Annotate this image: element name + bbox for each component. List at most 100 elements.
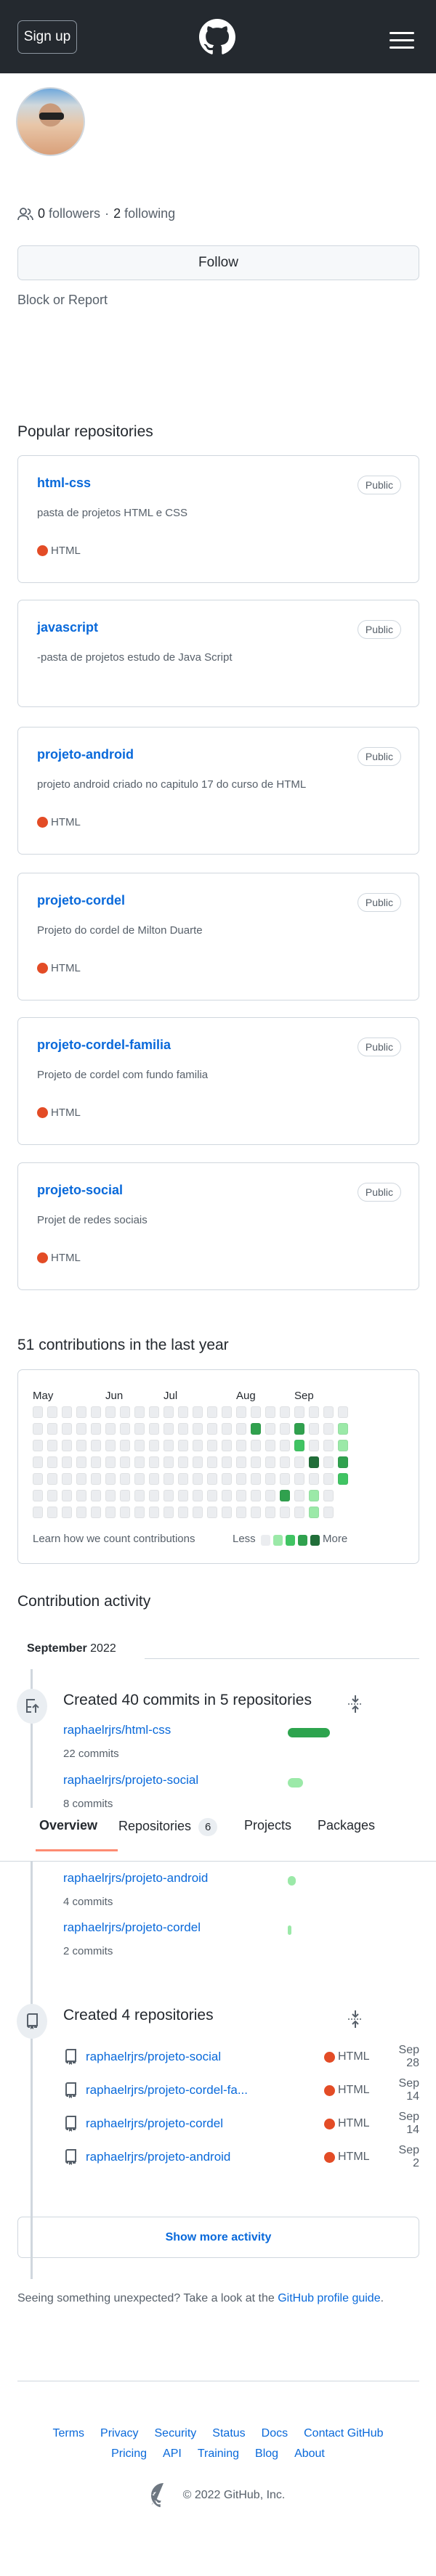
contribution-day[interactable]	[265, 1507, 275, 1518]
contribution-day[interactable]	[62, 1507, 72, 1518]
contribution-day[interactable]	[222, 1456, 232, 1468]
contribution-day[interactable]	[105, 1456, 116, 1468]
footer-link[interactable]: Terms	[52, 2427, 84, 2440]
contribution-day[interactable]	[178, 1456, 188, 1468]
commit-repo-link[interactable]: raphaelrjrs/projeto-android	[63, 1871, 208, 1886]
contribution-day[interactable]	[105, 1440, 116, 1451]
contribution-day[interactable]	[134, 1440, 145, 1451]
contribution-day[interactable]	[105, 1423, 116, 1435]
footer-link[interactable]: Security	[155, 2427, 197, 2440]
contribution-day[interactable]	[207, 1507, 217, 1518]
contribution-day[interactable]	[294, 1456, 304, 1468]
footer-link[interactable]: API	[163, 2447, 182, 2461]
collapse-icon[interactable]	[347, 1695, 363, 1717]
hamburger-menu-button[interactable]	[389, 32, 414, 51]
contribution-day[interactable]	[280, 1507, 290, 1518]
contribution-day[interactable]	[134, 1507, 145, 1518]
follow-button[interactable]: Follow	[17, 245, 419, 280]
contribution-day[interactable]	[62, 1423, 72, 1435]
contribution-day[interactable]	[164, 1507, 174, 1518]
contribution-day[interactable]	[338, 1423, 348, 1435]
contribution-day[interactable]	[33, 1473, 43, 1485]
contribution-day[interactable]	[33, 1507, 43, 1518]
contribution-day[interactable]	[134, 1473, 145, 1485]
contribution-day[interactable]	[323, 1406, 334, 1418]
contribution-day[interactable]	[280, 1423, 290, 1435]
contribution-day[interactable]	[294, 1490, 304, 1501]
contribution-day[interactable]	[91, 1473, 101, 1485]
contribution-day[interactable]	[164, 1456, 174, 1468]
repo-name-link[interactable]: projeto-social	[37, 1183, 123, 1198]
contribution-day[interactable]	[91, 1423, 101, 1435]
contribution-day[interactable]	[76, 1440, 86, 1451]
contribution-day[interactable]	[105, 1490, 116, 1501]
contribution-day[interactable]	[134, 1423, 145, 1435]
contribution-day[interactable]	[149, 1490, 159, 1501]
contribution-day[interactable]	[207, 1423, 217, 1435]
contribution-day[interactable]	[207, 1440, 217, 1451]
contribution-day[interactable]	[323, 1507, 334, 1518]
contribution-day[interactable]	[193, 1473, 203, 1485]
contribution-day[interactable]	[149, 1507, 159, 1518]
contribution-day[interactable]	[251, 1507, 261, 1518]
footer-link[interactable]: Docs	[262, 2427, 288, 2440]
contribution-day[interactable]	[251, 1406, 261, 1418]
contribution-day[interactable]	[280, 1440, 290, 1451]
contribution-day[interactable]	[251, 1440, 261, 1451]
contribution-day[interactable]	[309, 1456, 319, 1468]
contribution-day[interactable]	[105, 1507, 116, 1518]
contribution-day[interactable]	[164, 1423, 174, 1435]
contribution-day[interactable]	[280, 1490, 290, 1501]
contribution-day[interactable]	[47, 1406, 57, 1418]
created-repo-link[interactable]: raphaelrjrs/projeto-cordel-fa...	[86, 2083, 324, 2098]
contribution-day[interactable]	[251, 1490, 261, 1501]
contribution-day[interactable]	[309, 1507, 319, 1518]
footer-link[interactable]: Training	[198, 2447, 239, 2461]
contribution-day[interactable]	[236, 1490, 246, 1501]
footer-link[interactable]: Contact GitHub	[304, 2427, 383, 2440]
contribution-day[interactable]	[193, 1406, 203, 1418]
contribution-day[interactable]	[62, 1490, 72, 1501]
contribution-day[interactable]	[236, 1507, 246, 1518]
contribution-day[interactable]	[294, 1440, 304, 1451]
contribution-day[interactable]	[76, 1490, 86, 1501]
contribution-day[interactable]	[178, 1473, 188, 1485]
contribution-day[interactable]	[323, 1456, 334, 1468]
contribution-day[interactable]	[251, 1473, 261, 1485]
collapse-icon[interactable]	[347, 2010, 363, 2032]
contribution-day[interactable]	[134, 1490, 145, 1501]
contribution-day[interactable]	[149, 1423, 159, 1435]
repo-name-link[interactable]: projeto-android	[37, 747, 134, 762]
repo-name-link[interactable]: javascript	[37, 620, 98, 635]
contribution-day[interactable]	[149, 1473, 159, 1485]
contribution-day[interactable]	[222, 1473, 232, 1485]
contribution-day[interactable]	[47, 1423, 57, 1435]
contribution-day[interactable]	[120, 1406, 130, 1418]
contribution-day[interactable]	[164, 1473, 174, 1485]
contribution-day[interactable]	[193, 1456, 203, 1468]
contribution-day[interactable]	[120, 1473, 130, 1485]
contribution-day[interactable]	[338, 1473, 348, 1485]
repo-name-link[interactable]: html-css	[37, 476, 91, 491]
contribution-day[interactable]	[193, 1507, 203, 1518]
contribution-day[interactable]	[236, 1406, 246, 1418]
tab-repositories[interactable]: Repositories 6	[118, 1818, 218, 1836]
contribution-day[interactable]	[309, 1406, 319, 1418]
commit-repo-link[interactable]: raphaelrjrs/html-css	[63, 1723, 171, 1737]
contribution-day[interactable]	[120, 1440, 130, 1451]
created-repo-link[interactable]: raphaelrjrs/projeto-android	[86, 2150, 324, 2164]
contribution-day[interactable]	[76, 1456, 86, 1468]
contribution-day[interactable]	[47, 1507, 57, 1518]
footer-link[interactable]: Status	[212, 2427, 245, 2440]
contribution-day[interactable]	[222, 1406, 232, 1418]
repo-name-link[interactable]: projeto-cordel-familia	[37, 1038, 171, 1053]
contribution-day[interactable]	[47, 1440, 57, 1451]
contribution-day[interactable]	[323, 1423, 334, 1435]
block-or-report-link[interactable]: Block or Report	[17, 293, 108, 308]
contribution-day[interactable]	[236, 1423, 246, 1435]
contribution-day[interactable]	[91, 1456, 101, 1468]
contribution-day[interactable]	[294, 1423, 304, 1435]
contribution-day[interactable]	[164, 1406, 174, 1418]
contribution-day[interactable]	[309, 1473, 319, 1485]
contribution-day[interactable]	[207, 1490, 217, 1501]
